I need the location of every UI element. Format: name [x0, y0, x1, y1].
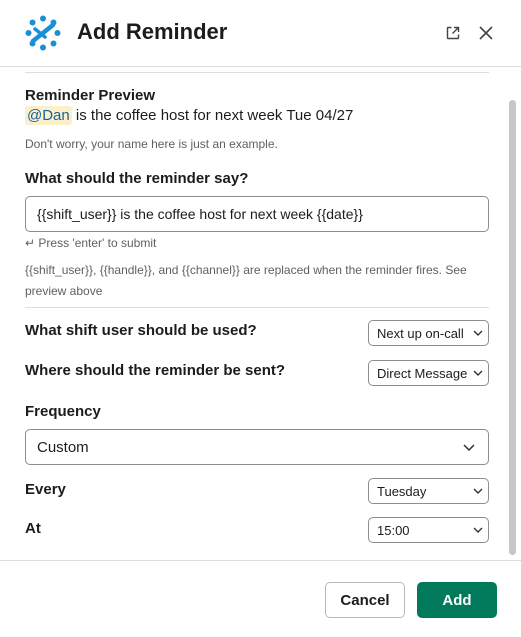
modal-header: Add Reminder [0, 0, 521, 67]
submit-hint: ↵ Press 'enter' to submit [25, 236, 157, 250]
at-select[interactable]: 15:00 [368, 517, 489, 543]
destination-value: Direct Message [377, 365, 468, 381]
chevron-down-icon [468, 527, 488, 533]
modal-body[interactable]: Reminder Preview @Dan is the coffee host… [0, 67, 521, 559]
add-button[interactable]: Add [417, 582, 497, 618]
shift-user-value: Next up on-call [377, 325, 464, 341]
frequency-label: Frequency [25, 403, 101, 420]
every-value: Tuesday [377, 483, 427, 499]
preview-message: is the coffee host for next week Tue 04/… [71, 107, 354, 124]
chevron-down-icon [468, 488, 488, 494]
preview-text: @Dan is the coffee host for next week Tu… [25, 106, 354, 125]
destination-label: Where should the reminder be sent? [25, 362, 286, 379]
chevron-down-icon [468, 370, 488, 376]
preview-note: Don't worry, your name here is just an e… [25, 137, 278, 151]
placeholder-help: {{shift_user}}, {{handle}}, and {{channe… [25, 263, 467, 298]
divider [25, 307, 489, 308]
external-link-icon [446, 26, 460, 40]
chevron-down-icon [468, 330, 488, 336]
app-logo-icon [25, 15, 61, 51]
popout-button[interactable] [440, 20, 466, 46]
divider [25, 72, 489, 73]
shift-user-label: What shift user should be used? [25, 322, 257, 339]
close-button[interactable] [473, 20, 499, 46]
at-label: At [25, 520, 41, 537]
every-select[interactable]: Tuesday [368, 478, 489, 504]
modal-footer: Cancel Add [0, 560, 521, 637]
destination-select[interactable]: Direct Message [368, 360, 489, 386]
cancel-button[interactable]: Cancel [325, 582, 405, 618]
at-value: 15:00 [377, 522, 410, 538]
frequency-value: Custom [37, 438, 89, 456]
chevron-down-icon [450, 443, 488, 451]
mention-chip: @Dan [25, 106, 72, 125]
shift-user-select[interactable]: Next up on-call [368, 320, 489, 346]
frequency-select[interactable]: Custom [25, 429, 489, 465]
reminder-message-input[interactable] [25, 196, 489, 232]
close-icon [479, 26, 493, 40]
modal-title: Add Reminder [77, 19, 228, 44]
scrollbar[interactable] [509, 100, 516, 555]
preview-heading: Reminder Preview [25, 87, 156, 104]
every-label: Every [25, 481, 66, 498]
message-label: What should the reminder say? [25, 170, 249, 187]
